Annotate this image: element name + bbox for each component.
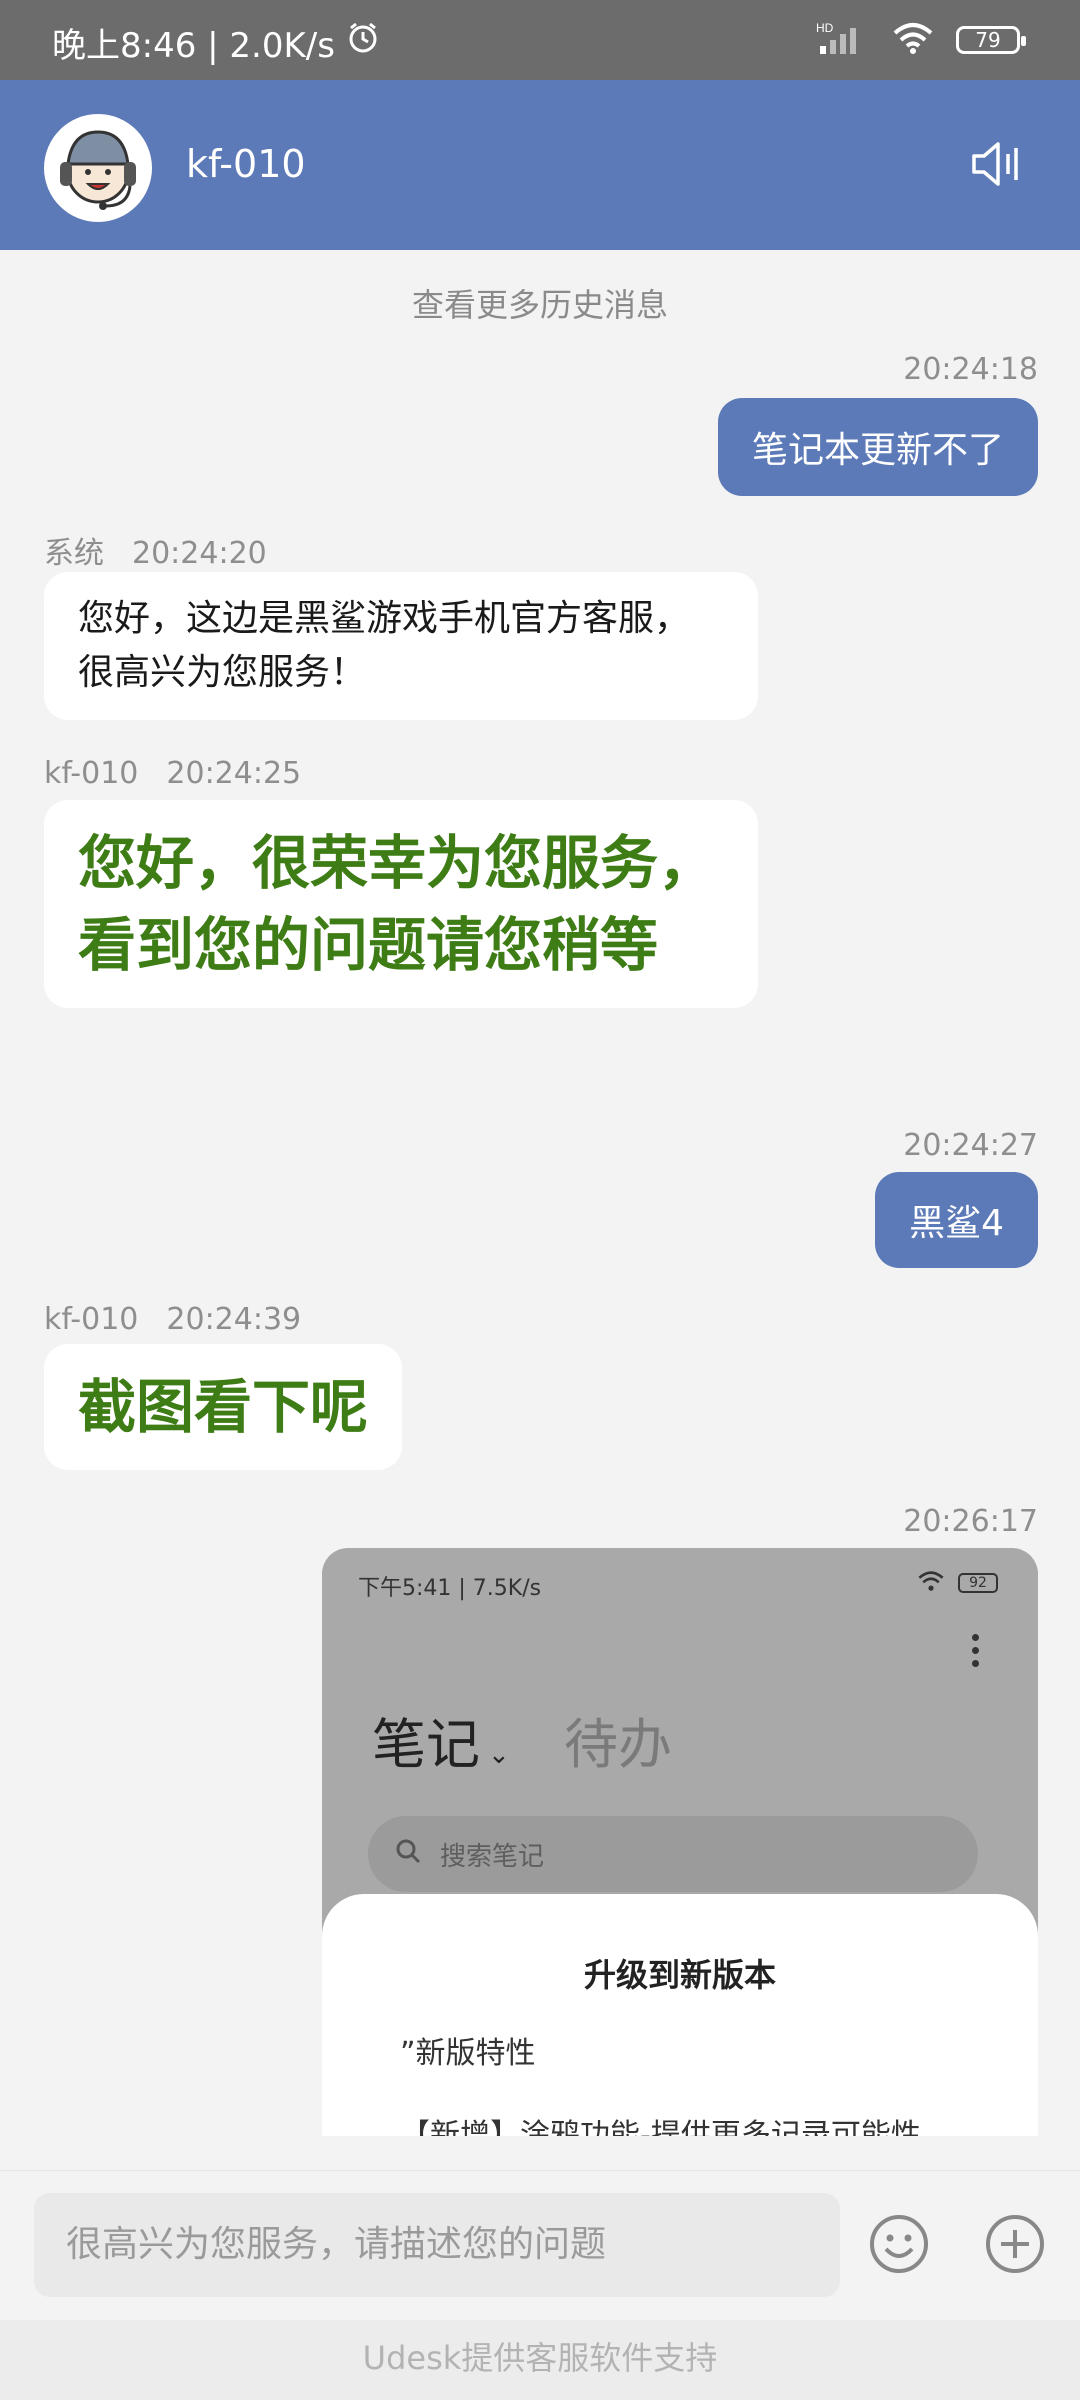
notes-search-bar: 搜索笔记 (368, 1816, 978, 1892)
message-time: 20:24:18 (903, 352, 1038, 387)
composer: 很高兴为您服务，请描述您的问题 (0, 2170, 1080, 2321)
sender-name: 系统 (44, 536, 104, 571)
outgoing-message[interactable]: 笔记本更新不了 (717, 398, 1038, 496)
status-right: HD 79 (816, 20, 1026, 60)
search-placeholder: 搜索笔记 (440, 1841, 545, 1872)
powered-by-footer: Udesk提供客服软件支持 (0, 2320, 1080, 2400)
incoming-message[interactable]: 您好，很荣幸为您服务，看到您的问题请您稍等 (44, 800, 758, 1008)
chat-header: kf-010 (0, 80, 1080, 250)
agent-avatar (44, 114, 152, 222)
wifi-icon (892, 21, 934, 59)
search-icon (394, 1837, 422, 1872)
incoming-message[interactable]: 截图看下呢 (44, 1344, 403, 1470)
more-icon (972, 1634, 980, 1673)
message-meta: kf-010 20:24:39 (44, 1302, 301, 1337)
incoming-message[interactable]: 您好，这边是黑鲨游戏手机官方客服，很高兴为您服务！ (44, 572, 758, 720)
message-time: 20:24:27 (903, 1128, 1038, 1163)
tab-todo: 待办 (564, 1713, 672, 1776)
image-message[interactable]: 下午5:41 | 7.5K/s 92 笔记 ⌄ 待办 搜索笔记 升级到新版本 ”新… (322, 1548, 1038, 2136)
alarm-icon (345, 20, 381, 65)
status-left: 晚上8:46 | 2.0K/s (52, 18, 381, 67)
message-time: 20:24:20 (132, 536, 267, 571)
outgoing-message[interactable]: 黑鲨4 (875, 1172, 1038, 1268)
message-time: 20:24:25 (166, 756, 302, 791)
sender-name: kf-010 (44, 1302, 139, 1337)
shot-status-right: 92 (916, 1570, 998, 1596)
message-meta: kf-010 20:24:25 (44, 756, 301, 791)
message-time: 20:26:17 (903, 1504, 1038, 1539)
battery-icon: 92 (958, 1573, 998, 1593)
tab-notes: 笔记 ⌄ (372, 1713, 510, 1776)
sender-name: kf-010 (44, 756, 139, 791)
svg-text:HD: HD (816, 21, 834, 35)
message-meta: 系统 20:24:20 (44, 528, 267, 572)
status-bar: 晚上8:46 | 2.0K/s HD 79 (0, 0, 1080, 80)
status-time-speed: 晚上8:46 | 2.0K/s (52, 26, 335, 66)
speaker-icon[interactable] (970, 138, 1026, 194)
message-time: 20:24:39 (166, 1302, 302, 1337)
signal-icon: HD (816, 20, 870, 60)
load-history-link[interactable]: 查看更多历史消息 (0, 280, 1080, 326)
shot-status-text: 下午5:41 | 7.5K/s (358, 1576, 542, 1601)
agent-name: kf-010 (186, 142, 306, 186)
battery-icon: 79 (956, 26, 1026, 54)
add-attachment-icon[interactable] (984, 2213, 1046, 2279)
dialog-line: 【新增】涂鸦功能-提供更多记录可能性 (400, 2118, 921, 2136)
support-agent-icon (46, 116, 150, 220)
dialog-title: 升级到新版本 (583, 1956, 776, 1994)
dialog-line: ”新版特性 (400, 2036, 536, 2071)
update-dialog: 升级到新版本 ”新版特性 【新增】涂鸦功能-提供更多记录可能性 (322, 1894, 1038, 2136)
message-input[interactable]: 很高兴为您服务，请描述您的问题 (34, 2193, 840, 2297)
wifi-icon (916, 1570, 946, 1596)
emoji-icon[interactable] (868, 2213, 930, 2279)
